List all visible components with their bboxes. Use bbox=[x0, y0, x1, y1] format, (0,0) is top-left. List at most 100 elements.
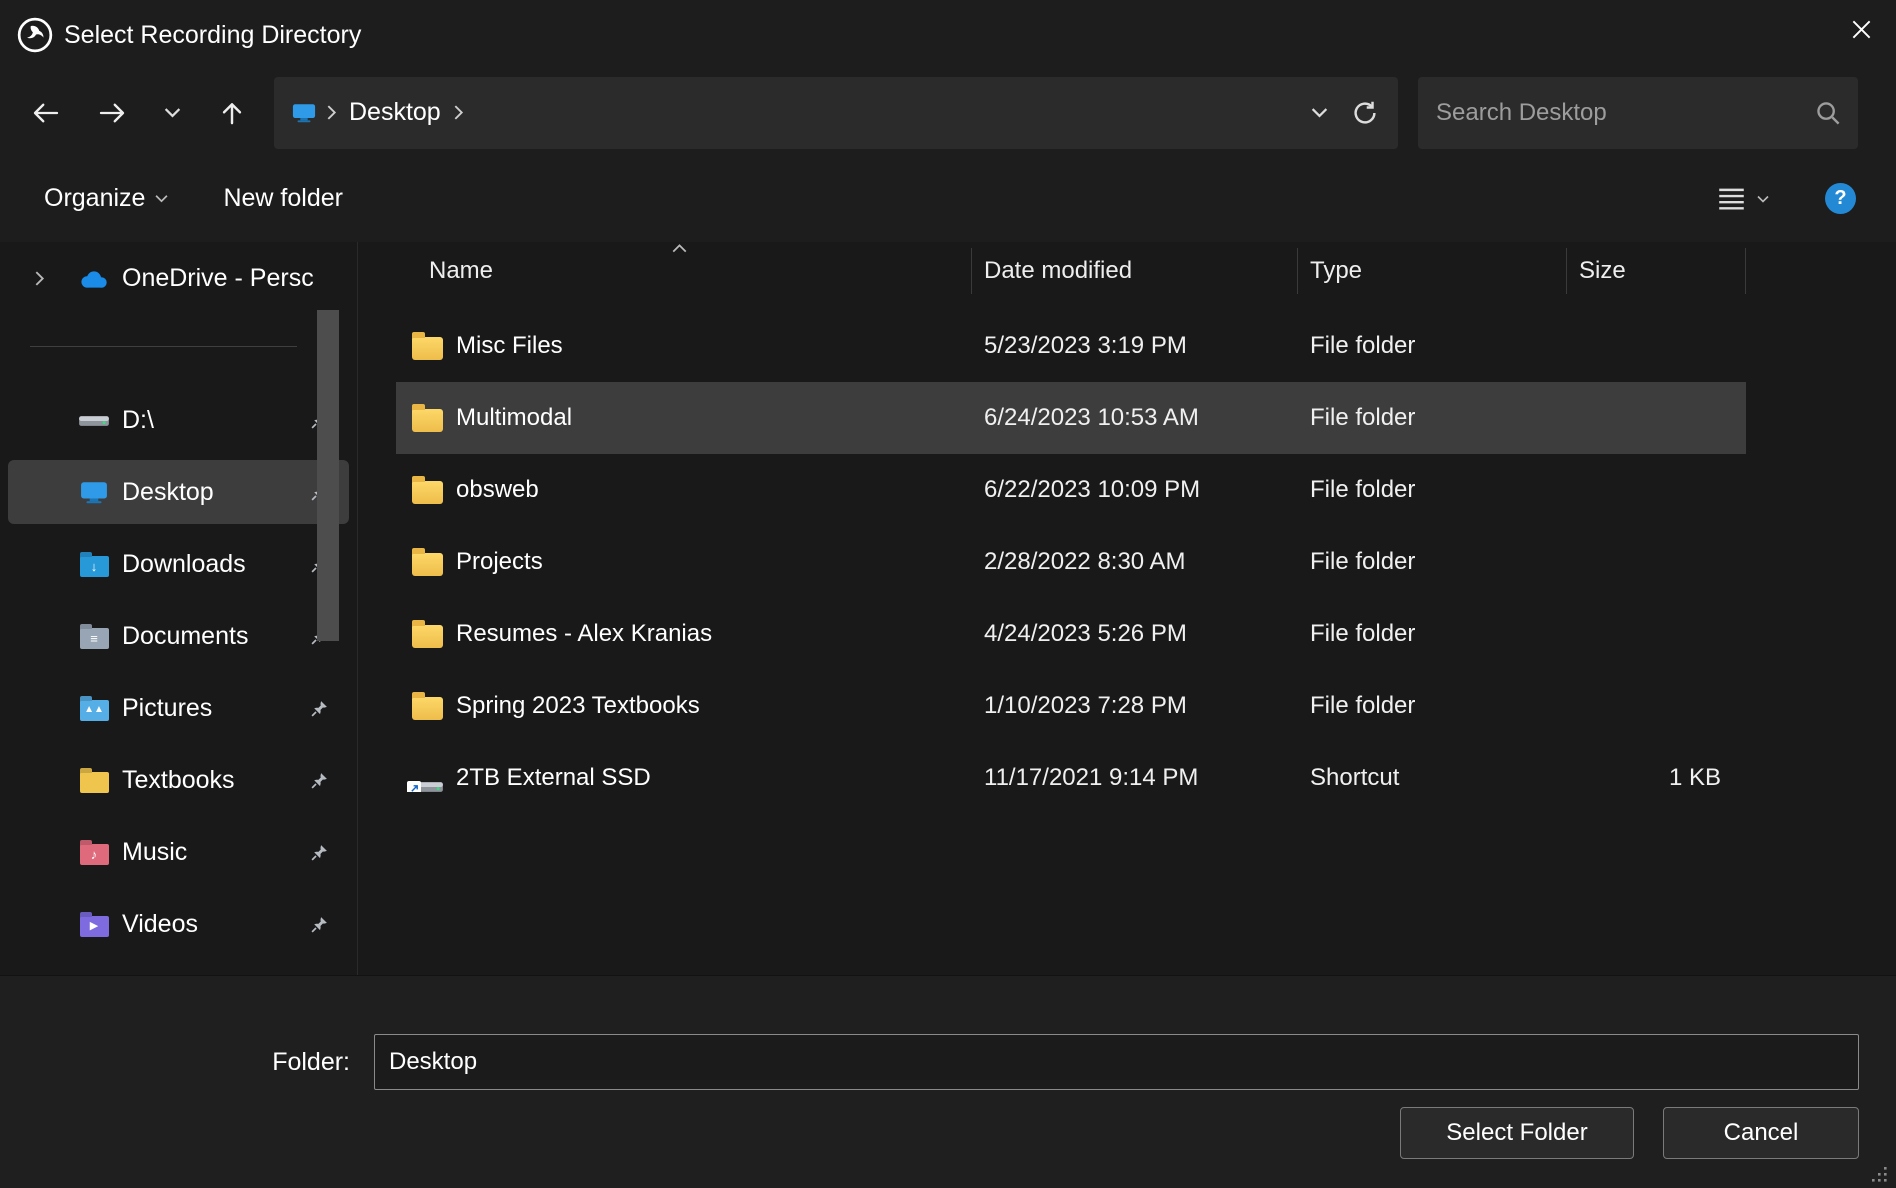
recent-locations-button[interactable] bbox=[152, 85, 192, 141]
file-type: File folder bbox=[1298, 476, 1567, 504]
sidebar-item-music[interactable]: ♪ Music bbox=[8, 820, 349, 884]
obs-logo-icon bbox=[16, 16, 54, 54]
sidebar-item-label: OneDrive - Persc bbox=[122, 264, 329, 293]
sidebar-item-d-drive[interactable]: D:\ bbox=[8, 388, 349, 452]
sidebar-item-documents[interactable]: ≡ Documents bbox=[8, 604, 349, 668]
navigation-bar: Desktop bbox=[0, 70, 1896, 155]
folder-icon bbox=[412, 481, 443, 504]
address-bar[interactable]: Desktop bbox=[274, 77, 1398, 149]
chevron-down-icon bbox=[1311, 107, 1328, 118]
file-name-cell: 2TB External SSD bbox=[396, 764, 972, 792]
file-row[interactable]: Projects 2/28/2022 8:30 AM File folder bbox=[396, 526, 1746, 598]
navigation-sidebar: OneDrive - Persc D:\ Desktop bbox=[0, 242, 358, 975]
file-name: obsweb bbox=[456, 476, 539, 504]
sidebar-item-desktop[interactable]: Desktop bbox=[8, 460, 349, 524]
title-bar: Select Recording Directory bbox=[0, 0, 1896, 70]
forward-button[interactable] bbox=[86, 85, 138, 141]
forward-icon bbox=[98, 102, 126, 124]
refresh-icon bbox=[1352, 100, 1378, 126]
dialog-footer: Folder: Select Folder Cancel bbox=[0, 975, 1896, 1188]
file-type: File folder bbox=[1298, 620, 1567, 648]
sidebar-item-downloads[interactable]: ↓ Downloads bbox=[8, 532, 349, 596]
file-name-cell: obsweb bbox=[396, 476, 972, 504]
view-mode-button[interactable] bbox=[1718, 187, 1769, 210]
arrow-up-icon bbox=[220, 100, 244, 126]
file-row[interactable]: obsweb 6/22/2023 10:09 PM File folder bbox=[396, 454, 1746, 526]
breadcrumb-chevron-icon[interactable] bbox=[453, 104, 464, 121]
sidebar-scrollbar-thumb[interactable] bbox=[317, 310, 339, 641]
new-folder-button[interactable]: New folder bbox=[223, 184, 343, 213]
chevron-down-icon bbox=[1757, 195, 1769, 203]
folder-label: Folder: bbox=[0, 1034, 362, 1090]
sidebar-item-textbooks[interactable]: Textbooks bbox=[8, 748, 349, 812]
pictures-icon: ▲▲ bbox=[78, 696, 110, 721]
file-name: 2TB External SSD bbox=[456, 764, 651, 792]
file-row-selected[interactable]: Multimodal 6/24/2023 10:53 AM File folde… bbox=[396, 382, 1746, 454]
file-date: 6/22/2023 10:09 PM bbox=[972, 476, 1298, 504]
music-icon: ♪ bbox=[78, 840, 110, 865]
sidebar-item-pictures[interactable]: ▲▲ Pictures bbox=[8, 676, 349, 740]
sidebar-item-label: D:\ bbox=[122, 406, 302, 435]
help-button[interactable] bbox=[1825, 183, 1856, 214]
file-name-cell: Projects bbox=[396, 548, 972, 576]
file-date: 1/10/2023 7:28 PM bbox=[972, 692, 1298, 720]
back-button[interactable] bbox=[20, 85, 72, 141]
expand-chevron-icon[interactable] bbox=[34, 270, 50, 287]
file-date: 4/24/2023 5:26 PM bbox=[972, 620, 1298, 648]
folder-name-input[interactable] bbox=[374, 1034, 1859, 1090]
command-toolbar: Organize New folder bbox=[0, 155, 1896, 242]
file-name-cell: Resumes - Alex Kranias bbox=[396, 620, 972, 648]
sidebar-item-label: Videos bbox=[122, 910, 302, 939]
desktop-icon bbox=[78, 480, 110, 504]
column-header-size[interactable]: Size bbox=[1567, 248, 1746, 294]
back-icon bbox=[32, 102, 60, 124]
sort-ascending-icon bbox=[672, 244, 687, 253]
breadcrumb-location[interactable]: Desktop bbox=[337, 98, 453, 127]
sidebar-item-onedrive[interactable]: OneDrive - Persc bbox=[8, 246, 349, 310]
file-row[interactable]: Spring 2023 Textbooks 1/10/2023 7:28 PM … bbox=[396, 670, 1746, 742]
file-row[interactable]: Resumes - Alex Kranias 4/24/2023 5:26 PM… bbox=[396, 598, 1746, 670]
file-row[interactable]: Misc Files 5/23/2023 3:19 PM File folder bbox=[396, 310, 1746, 382]
file-row[interactable]: 2TB External SSD 11/17/2021 9:14 PM Shor… bbox=[396, 742, 1746, 814]
sidebar-divider bbox=[30, 346, 297, 347]
column-header-date-modified[interactable]: Date modified bbox=[972, 248, 1298, 294]
sidebar-item-videos[interactable]: ▶ Videos bbox=[8, 892, 349, 956]
column-header-type[interactable]: Type bbox=[1298, 248, 1567, 294]
pin-icon bbox=[310, 771, 329, 790]
downloads-icon: ↓ bbox=[78, 552, 110, 577]
textbooks-folder-icon bbox=[78, 768, 110, 793]
file-name-cell: Multimodal bbox=[396, 404, 972, 432]
up-button[interactable] bbox=[206, 85, 258, 141]
chevron-down-icon bbox=[164, 107, 181, 118]
file-name: Resumes - Alex Kranias bbox=[456, 620, 712, 648]
organize-button[interactable]: Organize bbox=[44, 184, 168, 213]
cancel-button[interactable]: Cancel bbox=[1663, 1107, 1859, 1159]
search-input[interactable] bbox=[1436, 99, 1815, 127]
select-folder-button[interactable]: Select Folder bbox=[1400, 1107, 1634, 1159]
new-folder-label: New folder bbox=[223, 184, 343, 213]
folder-icon bbox=[412, 337, 443, 360]
refresh-button[interactable] bbox=[1342, 85, 1388, 141]
file-date: 5/23/2023 3:19 PM bbox=[972, 332, 1298, 360]
file-type: File folder bbox=[1298, 404, 1567, 432]
file-name: Spring 2023 Textbooks bbox=[456, 692, 700, 720]
videos-icon: ▶ bbox=[78, 912, 110, 937]
address-dropdown-button[interactable] bbox=[1296, 85, 1342, 141]
window-title: Select Recording Directory bbox=[64, 21, 361, 50]
breadcrumb-chevron-icon[interactable] bbox=[326, 104, 337, 121]
file-name-cell: Spring 2023 Textbooks bbox=[396, 692, 972, 720]
file-date: 6/24/2023 10:53 AM bbox=[972, 404, 1298, 432]
file-type: File folder bbox=[1298, 692, 1567, 720]
sidebar-item-label: Pictures bbox=[122, 694, 302, 723]
close-button[interactable] bbox=[1826, 0, 1896, 58]
chevron-down-icon bbox=[155, 194, 168, 203]
file-date: 11/17/2021 9:14 PM bbox=[972, 764, 1298, 792]
folder-icon bbox=[412, 553, 443, 576]
column-header-name[interactable]: Name bbox=[396, 248, 972, 294]
file-name: Misc Files bbox=[456, 332, 563, 360]
pin-icon bbox=[310, 843, 329, 862]
resize-grip[interactable] bbox=[1870, 1165, 1888, 1183]
sidebar-item-label: Desktop bbox=[122, 478, 302, 507]
sidebar-item-label: Music bbox=[122, 838, 302, 867]
file-type: File folder bbox=[1298, 332, 1567, 360]
